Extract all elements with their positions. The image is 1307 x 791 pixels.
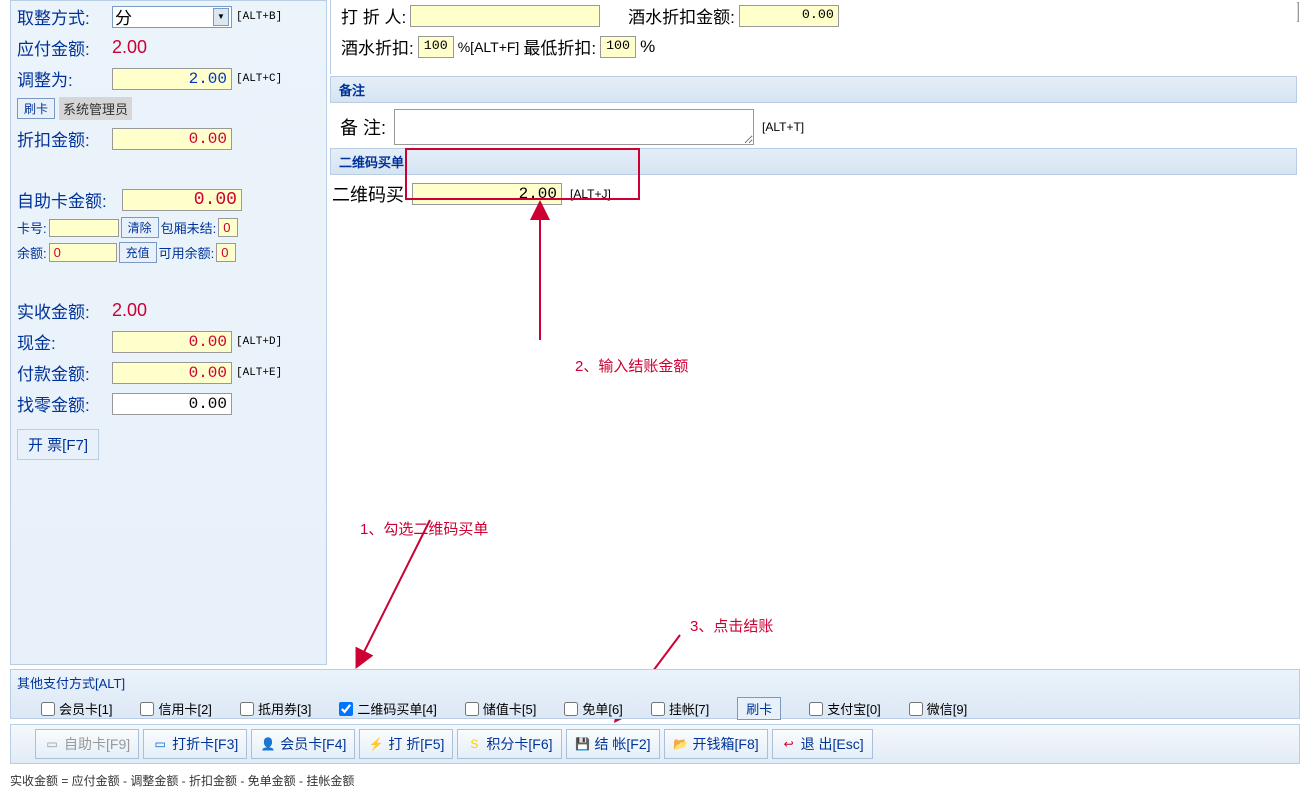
status-bar: 实收金额 = 应付金额 - 调整金额 - 折扣金额 - 免单金额 - 挂帐金额 xyxy=(10,770,1300,791)
wine-discount-label: 酒水折扣: xyxy=(341,34,414,59)
change-label: 找零金额: xyxy=(17,391,112,416)
card-icon: ▭ xyxy=(152,736,168,752)
save-icon: 💾 xyxy=(575,736,591,752)
remark-label: 备 注: xyxy=(340,114,386,140)
pm-alipay[interactable]: 支付宝[0] xyxy=(809,699,880,718)
remark-header: 备注 xyxy=(330,76,1297,103)
balance-label: 余额: xyxy=(17,243,47,262)
payment-input[interactable] xyxy=(112,362,232,384)
discount-amt-label: 折扣金额: xyxy=(17,126,112,151)
cash-label: 现金: xyxy=(17,329,112,354)
pm-voucher[interactable]: 抵用券[3] xyxy=(240,699,311,718)
received-value: 2.00 xyxy=(112,300,147,321)
discounter-label: 打 折 人: xyxy=(341,3,406,28)
selfcard-input[interactable] xyxy=(122,189,242,211)
annotation-step2: 2、输入结账金额 xyxy=(575,355,688,376)
discount-icon: ⚡ xyxy=(368,736,384,752)
pm-credit-card[interactable]: 信用卡[2] xyxy=(140,699,211,718)
remark-input[interactable] xyxy=(394,109,754,145)
payment-methods-title: 其他支付方式[ALT] xyxy=(11,670,1299,695)
rounding-hotkey: [ALT+B] xyxy=(236,11,282,23)
top-discount-panel: 打 折 人: 酒水折扣金额: 酒水折扣: %[ALT+F] 最低折扣: % xyxy=(330,0,1297,74)
wine-discount-amt-label: 酒水折扣金额: xyxy=(628,3,735,28)
pm-qr-code[interactable]: 二维码买单[4] xyxy=(339,699,436,718)
bottom-button-bar: ▭自助卡[F9] ▭打折卡[F3] 👤会员卡[F4] ⚡打 折[F5] S积分卡… xyxy=(10,724,1300,764)
wine-discount-amt-input[interactable] xyxy=(739,5,839,27)
qr-input[interactable] xyxy=(412,183,562,205)
min-discount-input[interactable] xyxy=(600,36,636,58)
pm-swipe-button[interactable]: 刷卡 xyxy=(737,697,781,720)
cashbox-icon: 📂 xyxy=(673,736,689,752)
balance-value: 0 xyxy=(49,243,117,262)
left-panel: 取整方式: 分 ▼ [ALT+B] 应付金额: 2.00 调整为: [ALT+C… xyxy=(10,0,327,665)
rounding-label: 取整方式: xyxy=(17,4,112,29)
cash-hotkey: [ALT+D] xyxy=(236,336,282,348)
exit-icon: ↩ xyxy=(781,736,797,752)
discounter-input[interactable] xyxy=(410,5,600,27)
exit-button[interactable]: ↩退 出[Esc] xyxy=(772,729,873,759)
payable-label: 应付金额: xyxy=(17,35,112,60)
swipe-card-button[interactable]: 刷卡 xyxy=(17,98,55,119)
selfcard-button[interactable]: ▭自助卡[F9] xyxy=(35,729,139,759)
clear-button[interactable]: 清除 xyxy=(121,217,159,238)
payment-label: 付款金额: xyxy=(17,360,112,385)
wine-discount-hotkey: %[ALT+F] xyxy=(458,39,520,55)
discount-card-button[interactable]: ▭打折卡[F3] xyxy=(143,729,247,759)
invoice-button[interactable]: 开 票[F7] xyxy=(17,429,99,460)
pm-member-card[interactable]: 会员卡[1] xyxy=(41,699,112,718)
payment-hotkey: [ALT+E] xyxy=(236,367,282,379)
adjust-input[interactable] xyxy=(112,68,232,90)
sys-admin-label: 系统管理员 xyxy=(59,97,132,120)
qr-header: 二维码买单 xyxy=(330,148,1297,175)
adjust-hotkey: [ALT+C] xyxy=(236,73,282,85)
pm-wechat[interactable]: 微信[9] xyxy=(909,699,967,718)
member-card-button[interactable]: 👤会员卡[F4] xyxy=(251,729,355,759)
min-discount-label: 最低折扣: xyxy=(523,34,596,59)
remark-section: 备注 备 注: [ALT+T] xyxy=(330,76,1297,151)
adjust-label: 调整为: xyxy=(17,66,112,91)
pm-stored-card[interactable]: 储值卡[5] xyxy=(465,699,536,718)
available-value: 0 xyxy=(216,243,236,262)
received-label: 实收金额: xyxy=(17,298,112,323)
discount-button[interactable]: ⚡打 折[F5] xyxy=(359,729,453,759)
annotation-step1: 1、勾选二维码买单 xyxy=(360,518,488,539)
wine-discount-input[interactable] xyxy=(418,36,454,58)
checkout-button[interactable]: 💾结 帐[F2] xyxy=(566,729,660,759)
points-icon: S xyxy=(466,736,482,752)
room-unpaid-value: 0 xyxy=(218,218,238,237)
change-input xyxy=(112,393,232,415)
rounding-dropdown[interactable]: 分 ▼ xyxy=(112,6,232,28)
cardno-input[interactable] xyxy=(49,219,119,237)
recharge-button[interactable]: 充值 xyxy=(119,242,157,263)
arrow-2 xyxy=(500,200,600,360)
card-icon: ▭ xyxy=(44,736,60,752)
cashbox-button[interactable]: 📂开钱箱[F8] xyxy=(664,729,768,759)
room-unpaid-label: 包厢未结: xyxy=(161,218,217,237)
cardno-label: 卡号: xyxy=(17,218,47,237)
user-icon: 👤 xyxy=(260,736,276,752)
points-card-button[interactable]: S积分卡[F6] xyxy=(457,729,561,759)
percent-label: % xyxy=(640,37,655,57)
chevron-down-icon: ▼ xyxy=(213,8,229,26)
pm-free[interactable]: 免单[6] xyxy=(564,699,622,718)
arrow-1 xyxy=(330,200,580,680)
selfcard-label: 自助卡金额: xyxy=(17,187,122,212)
qr-section: 二维码买单 二维码买 [ALT+J] xyxy=(330,148,1297,213)
qr-label: 二维码买 xyxy=(332,181,404,207)
remark-hotkey: [ALT+T] xyxy=(762,120,804,134)
cash-input[interactable] xyxy=(112,331,232,353)
pm-credit[interactable]: 挂帐[7] xyxy=(651,699,709,718)
payable-value: 2.00 xyxy=(112,37,147,58)
available-label: 可用余额: xyxy=(159,243,215,262)
discount-amt-input[interactable] xyxy=(112,128,232,150)
payment-methods-panel: 其他支付方式[ALT] 会员卡[1] 信用卡[2] 抵用券[3] 二维码买单[4… xyxy=(10,669,1300,719)
annotation-step3: 3、点击结账 xyxy=(690,615,773,636)
qr-hotkey: [ALT+J] xyxy=(570,187,611,201)
